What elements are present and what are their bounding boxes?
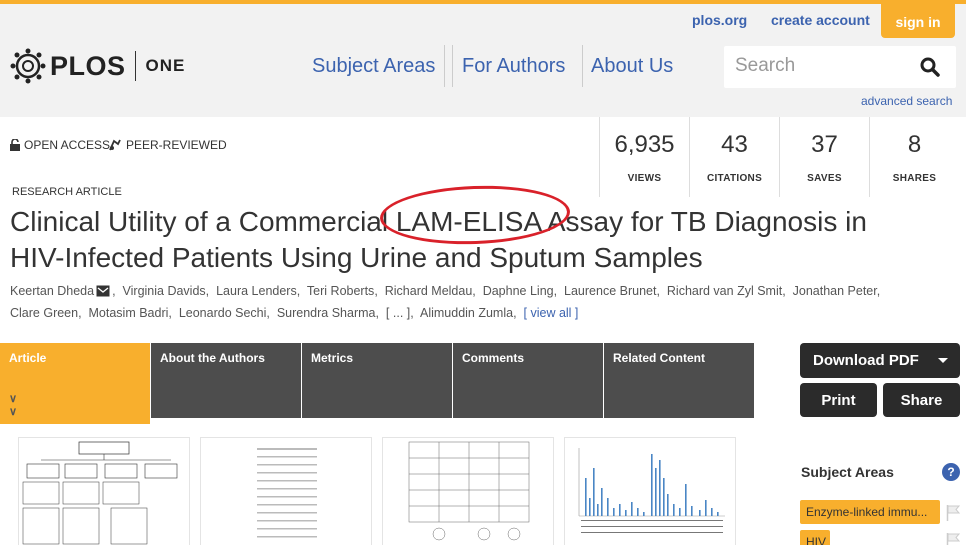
flag-icon[interactable] <box>946 533 960 545</box>
author-name[interactable]: Virginia Davids <box>123 284 206 298</box>
grid-thumbnail-image <box>383 438 553 545</box>
logo-divider <box>134 51 136 81</box>
subject-tag[interactable]: Enzyme-linked immu... <box>800 500 940 524</box>
metric-label: SHARES <box>892 173 937 184</box>
download-pdf-button[interactable]: Download PDF <box>800 343 960 378</box>
view-all-authors-link[interactable]: [ view all ] <box>524 306 579 320</box>
author-name[interactable]: Teri Roberts <box>307 284 374 298</box>
search-box <box>724 46 956 88</box>
double-chevron-down-icon: ∨ ∨ <box>9 393 18 418</box>
open-access-badge: OPEN ACCESS <box>10 138 110 152</box>
author-name[interactable]: Jonathan Peter, <box>793 284 881 298</box>
share-button[interactable]: Share <box>883 383 960 417</box>
metric-views[interactable]: 6,935 VIEWS <box>599 117 689 197</box>
tab-label: Article <box>9 351 47 365</box>
subject-areas-heading: Subject Areas <box>801 464 894 480</box>
logo-journal-text: ONE <box>145 56 186 75</box>
open-access-label: OPEN ACCESS <box>24 138 111 152</box>
metric-label: CITATIONS <box>706 173 763 184</box>
flowchart-thumbnail-image <box>19 438 189 545</box>
author-line: Keertan Dheda, Virginia Davids, Laura Le… <box>10 284 881 298</box>
author-name[interactable]: Motasim Badri <box>89 306 169 320</box>
sign-in-button[interactable]: sign in <box>881 4 955 38</box>
tab-label: Comments <box>462 351 525 365</box>
plos-one-logo[interactable]: PLOS ONE <box>10 44 185 88</box>
metric-value: 8 <box>907 131 922 158</box>
author-ellipsis[interactable]: [ ... ], <box>386 306 414 320</box>
figure-thumbnail-grid[interactable] <box>382 437 554 545</box>
tab-about-the-authors[interactable]: About the Authors <box>151 343 301 418</box>
tab-label: Metrics <box>311 351 354 365</box>
nav-about-us[interactable]: About Us <box>574 45 690 87</box>
tab-label: Related Content <box>613 351 706 365</box>
author-name[interactable]: Richard van Zyl Smit <box>667 284 782 298</box>
author-name[interactable]: Surendra Sharma, <box>277 306 379 320</box>
search-input[interactable] <box>735 55 915 77</box>
open-lock-icon <box>10 139 20 151</box>
figure-thumbnail-flowchart[interactable] <box>18 437 190 545</box>
plos-org-link[interactable]: plos.org <box>692 12 747 28</box>
create-account-link[interactable]: create account <box>771 12 870 28</box>
metric-saves[interactable]: 37 SAVES <box>779 117 869 197</box>
author-name[interactable]: Keertan Dheda <box>10 284 94 298</box>
help-icon[interactable]: ? <box>942 463 960 481</box>
author-name[interactable]: Leonardo Sechi <box>179 306 267 320</box>
subject-tag[interactable]: HIV <box>800 530 830 545</box>
flag-icon[interactable] <box>946 505 960 521</box>
tab-comments[interactable]: Comments <box>453 343 603 418</box>
download-pdf-label: Download PDF <box>813 352 919 369</box>
peer-reviewed-label: PEER-REVIEWED <box>126 138 227 152</box>
nav-for-authors[interactable]: For Authors <box>444 45 584 87</box>
author-name[interactable]: Daphne Ling <box>483 284 554 298</box>
author-list: Keertan Dheda, Virginia Davids, Laura Le… <box>10 280 910 324</box>
nav-subject-areas[interactable]: Subject Areas <box>295 45 454 87</box>
print-button[interactable]: Print <box>800 383 877 417</box>
search-icon[interactable] <box>920 57 940 77</box>
caret-down-icon[interactable] <box>938 358 948 363</box>
tab-metrics[interactable]: Metrics <box>302 343 452 418</box>
plos-logo-icon <box>10 48 46 84</box>
author-name[interactable]: Alimuddin Zumla, <box>420 306 517 320</box>
author-name[interactable]: Clare Green <box>10 306 78 320</box>
tab-related-content[interactable]: Related Content <box>604 343 754 418</box>
peer-review-icon <box>109 139 121 151</box>
article-type: RESEARCH ARTICLE <box>12 186 122 198</box>
metric-label: SAVES <box>807 173 842 184</box>
article-title: Clinical Utility of a Commercial LAM-ELI… <box>10 206 867 273</box>
metric-value: 43 <box>721 131 748 158</box>
bar-chart-thumbnail-image <box>565 438 735 545</box>
mail-icon[interactable] <box>96 285 110 297</box>
metric-label: VIEWS <box>627 173 662 184</box>
tab-label: About the Authors <box>160 351 265 365</box>
metric-value: 37 <box>811 131 838 158</box>
author-line: Clare Green, Motasim Badri, Leonardo Sec… <box>10 306 579 320</box>
author-name[interactable]: Laura Lenders <box>216 284 297 298</box>
logo-plos-text: PLOS <box>50 50 126 81</box>
author-name[interactable]: Laurence Brunet <box>564 284 656 298</box>
tab-article[interactable]: Article ∨ ∨ <box>0 343 150 424</box>
figure-thumbnail-table[interactable] <box>200 437 372 545</box>
author-name[interactable]: Richard Meldau <box>385 284 473 298</box>
article-tabs: Article ∨ ∨ About the Authors Metrics Com… <box>0 343 755 424</box>
metric-value: 6,935 <box>614 131 675 158</box>
table-thumbnail-image <box>201 438 371 545</box>
metric-shares[interactable]: 8 SHARES <box>869 117 959 197</box>
figure-thumbnail-bar-chart[interactable] <box>564 437 736 545</box>
peer-reviewed-badge: PEER-REVIEWED <box>108 138 227 152</box>
advanced-search-link[interactable]: advanced search <box>861 94 952 108</box>
metric-citations[interactable]: 43 CITATIONS <box>689 117 779 197</box>
